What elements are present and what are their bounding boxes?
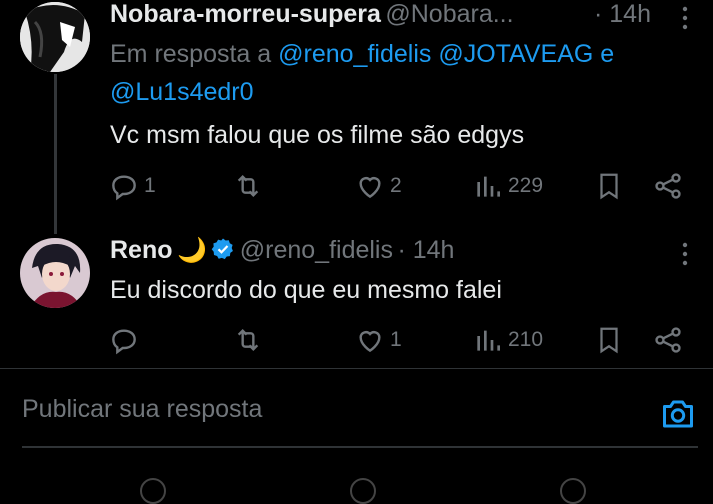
retweet-button[interactable]	[232, 324, 268, 356]
reply-count: 1	[144, 174, 156, 197]
reply-prefix: Em resposta a	[110, 40, 272, 68]
bottom-nav	[0, 478, 713, 504]
bookmark-button[interactable]	[594, 324, 624, 356]
reply-context: Em resposta a @reno_fidelis @JOTAVEAG e	[110, 40, 614, 69]
reply-mentions-line2[interactable]: @Lu1s4edr0	[110, 78, 254, 107]
camera-icon[interactable]	[660, 397, 696, 436]
tweet-text: Vc msm falou que os filme são edgys	[110, 121, 525, 149]
thread-line	[54, 74, 57, 234]
reply-mentions-line1[interactable]: @reno_fidelis @JOTAVEAG e	[278, 40, 614, 68]
more-icon[interactable]	[676, 4, 694, 37]
share-button[interactable]	[652, 324, 684, 356]
views-button[interactable]: 210	[472, 324, 543, 356]
retweet-icon	[237, 328, 259, 352]
share-icon	[655, 327, 681, 353]
nav-icon[interactable]	[560, 478, 586, 504]
reply-button[interactable]	[108, 324, 144, 356]
nav-icon[interactable]	[140, 478, 166, 504]
like-icon	[359, 331, 381, 353]
reply-input-underline	[22, 446, 698, 448]
display-name[interactable]: Nobara-morreu-supera	[110, 0, 381, 28]
like-button[interactable]: 2	[354, 170, 402, 202]
reply-icon	[112, 329, 136, 355]
bookmark-icon	[600, 327, 618, 354]
handle[interactable]: @Nobara...	[385, 0, 513, 28]
avatar-reno-image	[20, 238, 90, 308]
views-icon	[477, 176, 500, 197]
share-icon	[655, 173, 681, 199]
avatar-nobara-image	[20, 2, 90, 72]
views-count: 210	[508, 328, 544, 351]
like-count: 2	[390, 174, 402, 197]
retweet-icon	[237, 174, 259, 198]
tweet-text: Eu discordo do que eu mesmo falei	[110, 276, 502, 304]
tweet2-actions: 1 210	[108, 324, 688, 358]
tweet1-actions: 1 2 229	[108, 170, 688, 204]
tweet2-header: Reno 🌙 @reno_fidelis · 14h	[110, 236, 454, 266]
reply-icon	[112, 175, 136, 201]
tweet1-header: Nobara-morreu-supera @Nobara...	[110, 0, 514, 29]
like-icon	[359, 177, 381, 199]
like-button[interactable]: 1	[354, 324, 402, 356]
timestamp[interactable]: · 14h	[397, 236, 454, 264]
bookmark-button[interactable]	[594, 170, 624, 202]
avatar-reno[interactable]	[20, 238, 90, 308]
retweet-button[interactable]	[232, 170, 268, 202]
share-button[interactable]	[652, 170, 684, 202]
handle[interactable]: @reno_fidelis	[240, 236, 393, 264]
bookmark-icon	[600, 173, 618, 200]
moon-emoji: 🌙	[176, 237, 207, 264]
reply-button[interactable]: 1	[108, 170, 156, 202]
display-name[interactable]: Reno	[110, 236, 173, 264]
timestamp[interactable]: · 14h	[594, 0, 651, 29]
views-icon	[477, 330, 500, 351]
reply-input[interactable]: Publicar sua resposta	[22, 395, 262, 424]
nav-icon[interactable]	[350, 478, 376, 504]
divider	[0, 368, 713, 369]
avatar-nobara[interactable]	[20, 2, 90, 72]
more-icon[interactable]	[676, 240, 694, 273]
like-count: 1	[390, 328, 402, 351]
views-button[interactable]: 229	[472, 170, 543, 202]
views-count: 229	[508, 174, 544, 197]
verified-icon	[211, 237, 235, 266]
